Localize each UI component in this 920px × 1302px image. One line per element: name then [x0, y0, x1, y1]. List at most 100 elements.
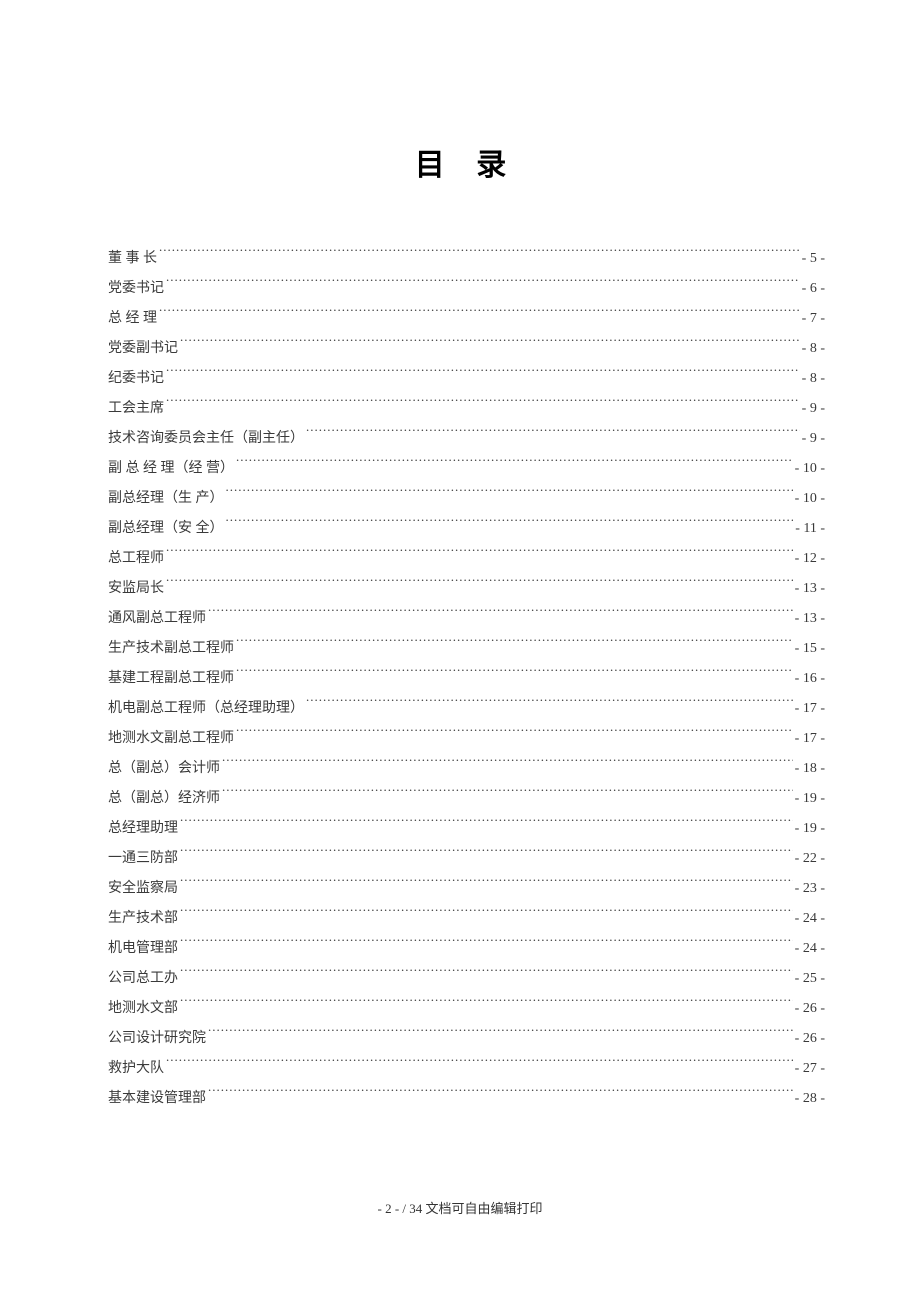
toc-label: 基本建设管理部: [108, 1084, 206, 1114]
toc-label: 总（副总）经济师: [108, 784, 220, 814]
toc-entry: 安全监察局 - 23 -: [108, 874, 825, 904]
toc-entry: 总（副总）经济师 - 19 -: [108, 784, 825, 814]
toc-label: 工会主席: [108, 394, 164, 424]
toc-entry: 安监局长- 13 -: [108, 574, 825, 604]
toc-label: 纪委书记: [108, 364, 164, 394]
toc-page-number: - 13 -: [795, 574, 825, 604]
toc-label: 公司总工办: [108, 964, 178, 994]
toc-page-number: - 9 -: [802, 394, 825, 424]
toc-entry: 基本建设管理部 - 28 -: [108, 1084, 825, 1114]
toc-page-number: - 17 -: [795, 724, 825, 754]
toc-leader-dots: [166, 548, 793, 562]
toc-label: 党委书记: [108, 274, 164, 304]
page-footer: - 2 - / 34 文档可自由编辑打印: [0, 1198, 920, 1217]
toc-leader-dots: [236, 638, 793, 652]
toc-leader-dots: [180, 908, 793, 922]
toc-leader-dots: [180, 998, 793, 1012]
toc-leader-dots: [180, 878, 793, 892]
toc-entry: 生产技术部 - 24 -: [108, 904, 825, 934]
toc-label: 技术咨询委员会主任（副主任）: [108, 424, 304, 454]
table-of-contents: 董 事 长- 5 -党委书记- 6 -总 经 理- 7 -党委副书记- 8 -纪…: [108, 244, 825, 1114]
toc-entry: 总工程师- 12 -: [108, 544, 825, 574]
toc-label: 党委副书记: [108, 334, 178, 364]
toc-leader-dots: [306, 428, 800, 442]
toc-label: 董 事 长: [108, 244, 157, 274]
toc-entry: 机电管理部 - 24 -: [108, 934, 825, 964]
toc-leader-dots: [180, 818, 793, 832]
toc-entry: 地测水文副总工程师- 17 -: [108, 724, 825, 754]
toc-page-number: - 8 -: [802, 364, 825, 394]
document-page: 目 录 董 事 长 - 5 - 党委书记 - 6 -总 经 理- 7 -党委副书记 - …: [0, 0, 920, 1114]
toc-entry: 党委书记 - 6 -: [108, 274, 825, 304]
toc-leader-dots: [306, 698, 793, 712]
page-title: 目 录: [108, 140, 825, 184]
toc-entry: 生产技术副总工程师- 15 -: [108, 634, 825, 664]
toc-leader-dots: [159, 248, 800, 262]
toc-entry: 董 事 长 - 5 -: [108, 244, 825, 274]
toc-leader-dots: [208, 1028, 793, 1042]
toc-page-number: - 15 -: [795, 634, 825, 664]
toc-label: 一通三防部: [108, 844, 178, 874]
toc-page-number: - 26 -: [795, 994, 825, 1024]
toc-leader-dots: [166, 398, 800, 412]
toc-page-number: - 22 -: [795, 844, 825, 874]
toc-leader-dots: [180, 338, 800, 352]
toc-entry: 副 总 经 理（经 营） - 10 -: [108, 454, 825, 484]
toc-label: 总经理助理: [108, 814, 178, 844]
toc-entry: 总 经 理- 7 -: [108, 304, 825, 334]
toc-entry: 救护大队 - 27 -: [108, 1054, 825, 1084]
toc-entry: 总（副总）会计师 - 18 -: [108, 754, 825, 784]
toc-label: 公司设计研究院: [108, 1024, 206, 1054]
toc-leader-dots: [236, 458, 793, 472]
toc-label: 通风副总工程师: [108, 604, 206, 634]
toc-entry: 党委副书记 - 8 -: [108, 334, 825, 364]
toc-page-number: - 12 -: [795, 544, 825, 574]
toc-leader-dots: [226, 518, 794, 532]
toc-entry: 地测水文部 - 26 -: [108, 994, 825, 1024]
toc-entry: 公司设计研究院- 26 -: [108, 1024, 825, 1054]
toc-entry: 公司总工办 - 25 -: [108, 964, 825, 994]
toc-page-number: - 23 -: [795, 874, 825, 904]
toc-label: 地测水文部: [108, 994, 178, 1024]
toc-page-number: - 8 -: [802, 334, 825, 364]
toc-label: 安全监察局: [108, 874, 178, 904]
toc-leader-dots: [166, 1058, 793, 1072]
toc-leader-dots: [166, 278, 800, 292]
toc-page-number: - 25 -: [795, 964, 825, 994]
toc-label: 副总经理（安 全）: [108, 514, 224, 544]
toc-page-number: - 19 -: [795, 784, 825, 814]
toc-page-number: - 10 -: [795, 484, 825, 514]
toc-entry: 副总经理（安 全）- 11 -: [108, 514, 825, 544]
toc-entry: 副总经理（生 产） - 10 -: [108, 484, 825, 514]
toc-page-number: - 16 -: [795, 664, 825, 694]
toc-label: 救护大队: [108, 1054, 164, 1084]
toc-page-number: - 24 -: [795, 934, 825, 964]
toc-leader-dots: [180, 938, 793, 952]
toc-entry: 通风副总工程师- 13 -: [108, 604, 825, 634]
toc-label: 机电副总工程师（总经理助理）: [108, 694, 304, 724]
toc-leader-dots: [166, 368, 800, 382]
toc-page-number: - 7 -: [802, 304, 825, 334]
toc-page-number: - 10 -: [795, 454, 825, 484]
toc-page-number: - 9 -: [802, 424, 825, 454]
toc-page-number: - 17 -: [795, 694, 825, 724]
toc-page-number: - 19 -: [795, 814, 825, 844]
toc-entry: 纪委书记 - 8 -: [108, 364, 825, 394]
toc-leader-dots: [180, 848, 793, 862]
toc-page-number: - 24 -: [795, 904, 825, 934]
toc-leader-dots: [236, 668, 793, 682]
toc-page-number: - 6 -: [802, 274, 825, 304]
toc-label: 副总经理（生 产）: [108, 484, 224, 514]
toc-label: 生产技术部: [108, 904, 178, 934]
toc-label: 总（副总）会计师: [108, 754, 220, 784]
toc-leader-dots: [226, 488, 793, 502]
toc-label: 机电管理部: [108, 934, 178, 964]
toc-label: 副 总 经 理（经 营）: [108, 454, 234, 484]
toc-page-number: - 28 -: [795, 1084, 825, 1114]
toc-entry: 技术咨询委员会主任（副主任） - 9 -: [108, 424, 825, 454]
toc-page-number: - 18 -: [795, 754, 825, 784]
toc-entry: 一通三防部 - 22 -: [108, 844, 825, 874]
toc-page-number: - 27 -: [795, 1054, 825, 1084]
toc-leader-dots: [208, 1088, 793, 1102]
toc-page-number: - 5 -: [802, 244, 825, 274]
